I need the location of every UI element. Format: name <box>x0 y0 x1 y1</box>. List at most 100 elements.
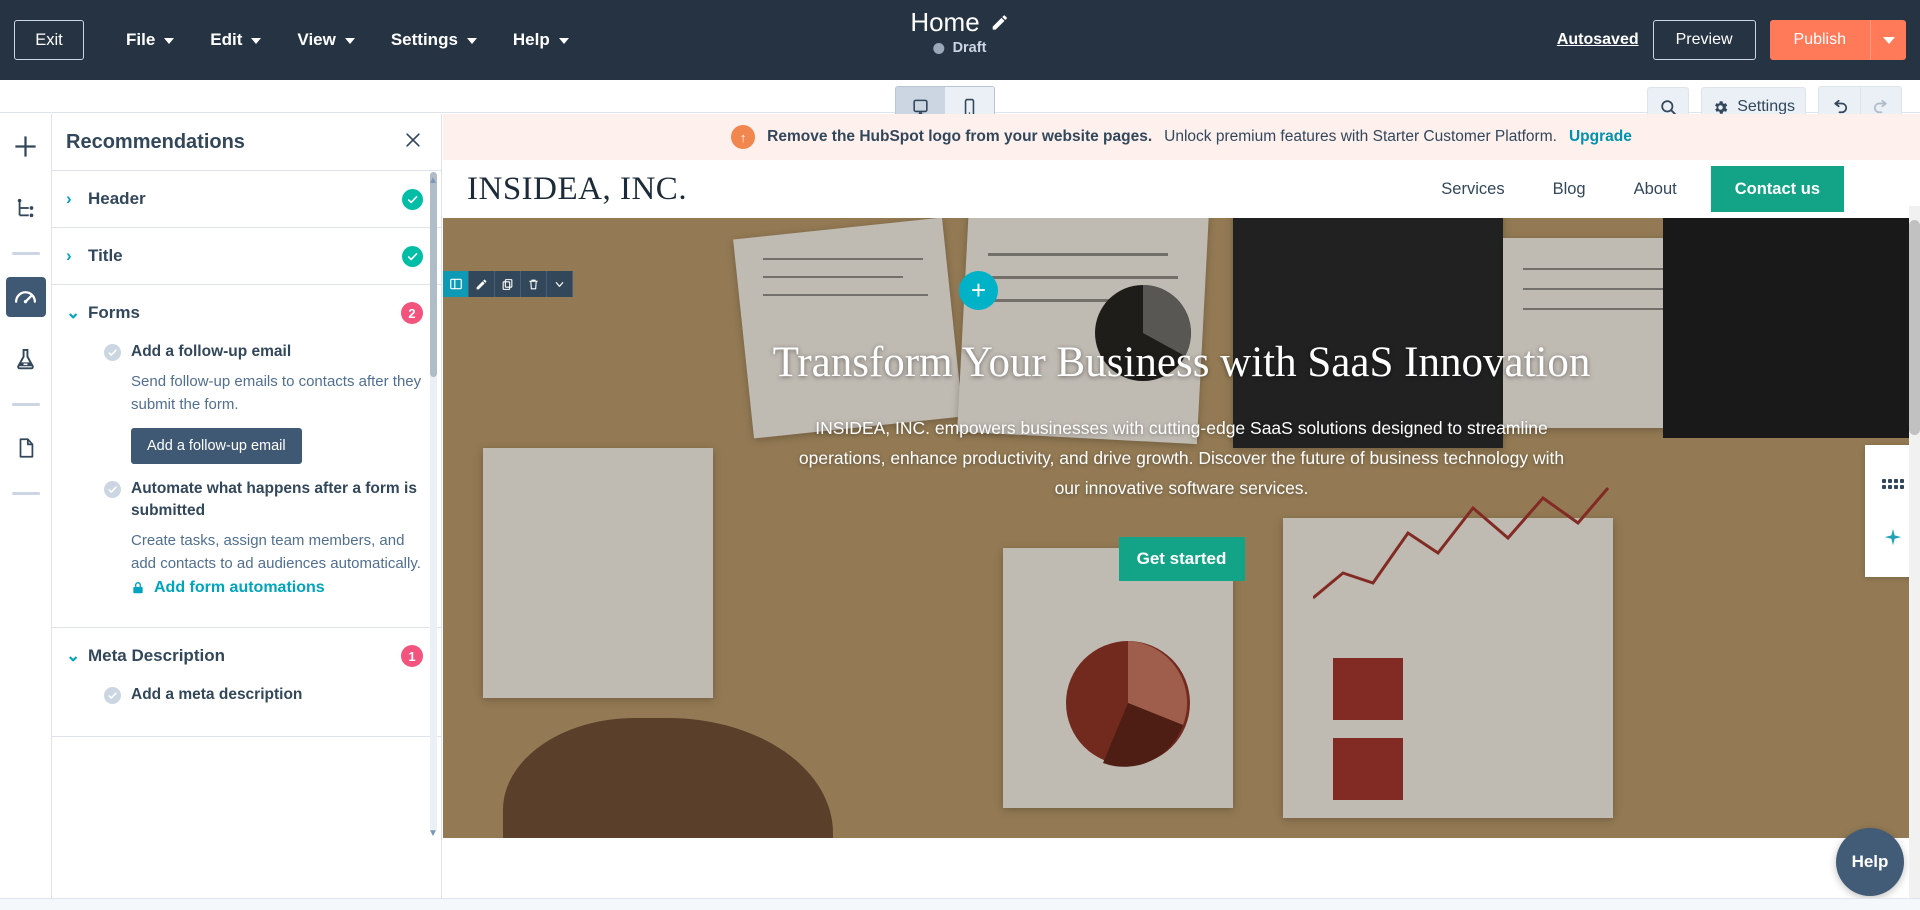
chevron-right-icon: › <box>66 189 72 208</box>
menu-view[interactable]: View <box>279 22 372 58</box>
preview-button[interactable]: Preview <box>1652 20 1756 60</box>
item-title: Add a follow-up email <box>131 343 292 360</box>
recommendation-section-forms: ⌄ Forms 2 Add a follow-up email Send fol… <box>52 285 441 628</box>
section-label: Meta Description <box>88 646 225 665</box>
plus-icon <box>15 135 36 157</box>
page-preview-canvas: ↑ Remove the HubSpot logo from your webs… <box>443 114 1920 910</box>
publish-button[interactable]: Publish <box>1769 20 1870 60</box>
item-description: Send follow-up emails to contacts after … <box>131 373 422 413</box>
menu-help[interactable]: Help <box>495 22 587 58</box>
publish-dropdown-button[interactable] <box>1870 20 1906 60</box>
menu-view-label: View <box>297 30 336 49</box>
contact-us-button[interactable]: Contact us <box>1710 166 1844 212</box>
promo-headline: Remove the HubSpot logo from your websit… <box>767 128 1153 145</box>
get-started-button[interactable]: Get started <box>1118 537 1245 581</box>
sitetree-icon[interactable] <box>6 188 46 228</box>
top-navigation-bar: Exit File Edit View Settings Help Home D… <box>0 0 1920 80</box>
lock-icon <box>133 582 143 594</box>
rail-divider <box>11 403 40 406</box>
section-label: Header <box>88 189 146 208</box>
recommendation-section-title: › Title <box>52 228 441 285</box>
chevron-down-icon[interactable] <box>547 271 573 297</box>
help-button[interactable]: Help <box>1836 828 1904 896</box>
tree-structure-icon <box>17 198 33 218</box>
page-editor-app: Exit File Edit View Settings Help Home D… <box>0 0 1920 910</box>
scroll-down-arrow[interactable]: ▼ <box>427 827 439 839</box>
rail-divider <box>11 252 40 255</box>
nav-link-blog[interactable]: Blog <box>1529 180 1610 199</box>
menu-edit[interactable]: Edit <box>192 22 279 58</box>
recommendation-section-meta-description: ⌄ Meta Description 1 Add a meta descript… <box>52 628 441 737</box>
chevron-down-icon <box>466 38 477 44</box>
chevron-right-icon: › <box>66 246 72 265</box>
panel-scrollbar-thumb[interactable] <box>430 172 437 377</box>
status-dot-icon <box>933 42 945 54</box>
hero-content: Transform Your Business with SaaS Innova… <box>443 218 1920 581</box>
add-module-button[interactable]: + <box>959 271 998 310</box>
site-header: INSIDEA, INC. Services Blog About Contac… <box>443 160 1920 218</box>
menu-settings-label: Settings <box>390 30 458 49</box>
page-title: Home <box>910 7 980 37</box>
edit-pencil-icon[interactable] <box>991 13 1010 32</box>
panel-scrollbar[interactable] <box>430 172 437 832</box>
publish-button-group: Publish <box>1769 20 1906 60</box>
section-count-badge: 2 <box>401 302 423 324</box>
menu-file[interactable]: File <box>108 22 192 58</box>
section-toggle-meta-description[interactable]: ⌄ Meta Description 1 <box>66 628 423 684</box>
edit-icon[interactable] <box>469 271 495 297</box>
list-item: Automate what happens after a form is su… <box>66 478 423 601</box>
status-badge: Draft <box>952 40 987 56</box>
trash-icon[interactable] <box>521 271 547 297</box>
site-logo: INSIDEA, INC. <box>467 170 688 207</box>
top-actions: Autosaved Preview Publish <box>1557 0 1906 80</box>
document-icon <box>19 438 33 458</box>
add-followup-email-button[interactable]: Add a follow-up email <box>131 428 302 464</box>
incomplete-check-icon <box>104 481 121 498</box>
site-navigation: Services Blog About Contact us <box>1417 160 1844 218</box>
upgrade-arrow-icon: ↑ <box>731 125 756 149</box>
gear-icon <box>1715 100 1728 114</box>
menu-settings[interactable]: Settings <box>373 22 495 58</box>
menu-edit-label: Edit <box>210 30 243 49</box>
section-toggle-forms[interactable]: ⌄ Forms 2 <box>66 285 423 341</box>
add-form-automations-link[interactable]: Add form automations <box>131 579 423 597</box>
hero-paragraph: INSIDEA, INC. empowers businesses with c… <box>798 418 1565 498</box>
add-icon[interactable] <box>6 126 46 166</box>
menu-help-label: Help <box>512 30 550 49</box>
sidebar-item-experiments[interactable] <box>6 339 46 379</box>
section-toggle-header[interactable]: › Header <box>66 171 423 227</box>
chevron-down-icon <box>558 38 569 44</box>
close-icon[interactable] <box>403 130 423 155</box>
item-title: Automate what happens after a form is su… <box>131 480 417 519</box>
sidebar-item-optimize[interactable] <box>5 277 46 317</box>
item-title: Add a meta description <box>131 686 303 703</box>
chevron-down-icon <box>1882 36 1895 44</box>
layout-icon[interactable] <box>443 271 469 297</box>
scroll-up-arrow[interactable]: ▲ <box>427 174 439 186</box>
incomplete-check-icon <box>104 344 121 361</box>
copy-icon[interactable] <box>495 271 521 297</box>
nav-link-services[interactable]: Services <box>1417 180 1528 199</box>
chevron-down-icon: ⌄ <box>66 303 81 322</box>
upgrade-promo-banner: ↑ Remove the HubSpot logo from your webs… <box>443 114 1920 160</box>
menu-file-label: File <box>126 30 156 49</box>
nav-link-about[interactable]: About <box>1610 180 1701 199</box>
rail-divider <box>11 492 40 495</box>
meta-recommendation-items: Add a meta description <box>66 684 423 736</box>
section-label: Forms <box>88 303 140 322</box>
recommendations-panel: Recommendations › Header › Title ⌄ Forms… <box>52 114 442 910</box>
recommendations-header: Recommendations <box>52 114 441 171</box>
site-preview-frame: INSIDEA, INC. Services Blog About Contac… <box>443 160 1920 910</box>
sidebar-item-page[interactable] <box>6 428 46 468</box>
section-toggle-title[interactable]: › Title <box>66 228 423 284</box>
complete-check-icon <box>402 245 423 267</box>
complete-check-icon <box>402 188 423 210</box>
list-item: Add a follow-up email Send follow-up ema… <box>66 341 423 468</box>
flask-icon <box>17 348 34 369</box>
upgrade-link[interactable]: Upgrade <box>1569 128 1632 146</box>
editor-toolbar: Settings <box>0 80 1920 128</box>
gauge-icon <box>14 290 37 303</box>
autosaved-link[interactable]: Autosaved <box>1557 31 1639 49</box>
exit-button[interactable]: Exit <box>14 20 84 60</box>
page-title-block: Home Draft <box>910 6 1009 56</box>
